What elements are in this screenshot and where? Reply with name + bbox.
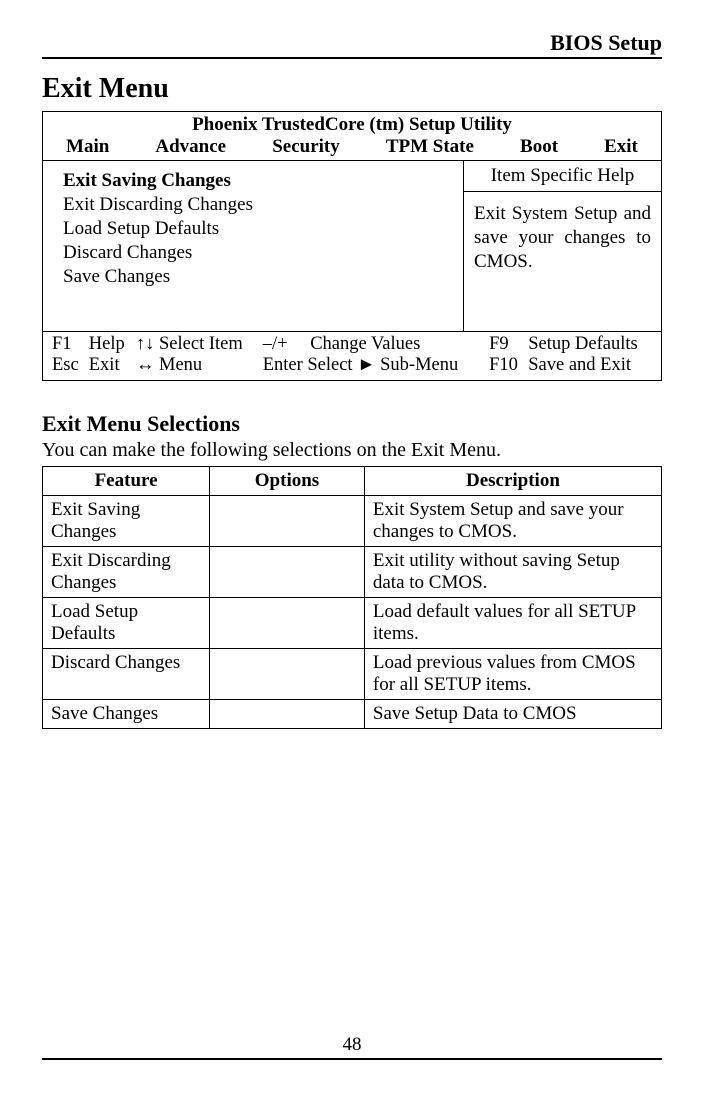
bios-tab-main[interactable]: Main [62,136,113,158]
cell-options [210,598,365,649]
cell-desc: Exit utility without saving Setup data t… [364,547,661,598]
cell-feature: Save Changes [43,700,210,729]
bios-item-exit-saving-changes[interactable]: Exit Saving Changes [63,169,453,193]
bios-item-save-changes[interactable]: Save Changes [63,265,453,289]
key-f10-label: Save and Exit [525,355,655,376]
key-f10: F10 [486,355,525,376]
table-header-row: Feature Options Description [43,467,662,496]
key-esc: Esc [49,355,86,376]
bios-panel: Phoenix TrustedCore (tm) Setup Utility M… [42,111,662,381]
cell-feature: Exit Saving Changes [43,496,210,547]
bios-utility-title: Phoenix TrustedCore (tm) Setup Utility [43,112,661,136]
table-row: Discard Changes Load previous values fro… [43,649,662,700]
cell-feature: Load Setup Defaults [43,598,210,649]
page-number: 48 [42,1034,662,1058]
key-plusminus: –/+ [260,334,308,355]
key-f1-label: Help [86,334,133,355]
heading-exit-menu-selections: Exit Menu Selections [42,411,662,437]
key-f9-label: Setup Defaults [525,334,655,355]
bios-tab-boot[interactable]: Boot [516,136,562,158]
bios-menu-list: Exit Saving Changes Exit Discarding Chan… [43,161,463,331]
cell-options [210,700,365,729]
key-f1: F1 [49,334,86,355]
key-updown: ↑↓ Select Item [133,334,260,355]
footer-rule [42,1058,662,1060]
bios-item-discard-changes[interactable]: Discard Changes [63,241,453,265]
bios-tab-exit[interactable]: Exit [600,136,642,158]
bios-tab-tpm-state[interactable]: TPM State [382,136,478,158]
key-leftright: ↔ Menu [133,355,260,376]
bios-help-panel: Item Specific Help Exit System Setup and… [463,161,661,331]
bios-help-title: Item Specific Help [464,161,661,192]
key-esc-label: Exit [86,355,133,376]
key-f9: F9 [486,334,525,355]
cell-feature: Discard Changes [43,649,210,700]
heading-exit-menu: Exit Menu [42,73,662,105]
bios-item-exit-discarding-changes[interactable]: Exit Discarding Changes [63,193,453,217]
table-row: Exit Discarding Changes Exit utility wit… [43,547,662,598]
col-header-options: Options [210,467,365,496]
cell-desc: Load default values for all SETUP items. [364,598,661,649]
bios-key-legend: F1 Help ↑↓ Select Item –/+ Change Values… [43,331,661,380]
cell-desc: Save Setup Data to CMOS [364,700,661,729]
cell-desc: Load previous values from CMOS for all S… [364,649,661,700]
table-row: Exit Saving Changes Exit System Setup an… [43,496,662,547]
intro-text: You can make the following selections on… [42,439,662,462]
bios-tab-security[interactable]: Security [268,136,344,158]
bios-tab-bar: Main Advance Security TPM State Boot Exi… [43,136,661,161]
cell-feature: Exit Discarding Changes [43,547,210,598]
cell-options [210,496,365,547]
key-enter: Enter Select ► Sub-Menu [260,355,486,376]
key-plusminus-label: Change Values [307,334,486,355]
selections-table: Feature Options Description Exit Saving … [42,466,662,729]
cell-options [210,649,365,700]
col-header-feature: Feature [43,467,210,496]
table-row: Save Changes Save Setup Data to CMOS [43,700,662,729]
page-header: BIOS Setup [42,30,662,59]
bios-help-text: Exit System Setup and save your changes … [464,192,661,331]
bios-item-load-setup-defaults[interactable]: Load Setup Defaults [63,217,453,241]
col-header-description: Description [364,467,661,496]
bios-tab-advance[interactable]: Advance [151,136,230,158]
table-row: Load Setup Defaults Load default values … [43,598,662,649]
cell-options [210,547,365,598]
cell-desc: Exit System Setup and save your changes … [364,496,661,547]
